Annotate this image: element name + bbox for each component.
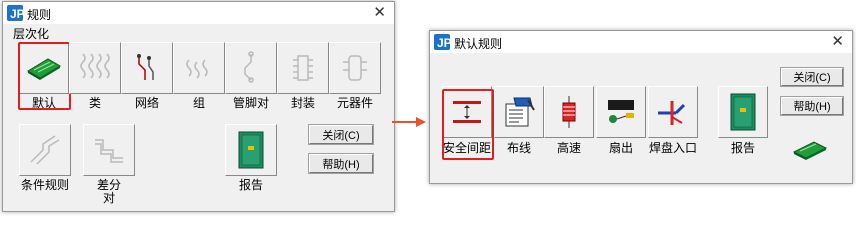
group-icon [186,59,208,79]
tool-group-button[interactable] [173,42,225,94]
tool-report[interactable]: 报告 [225,124,277,192]
tool-pad-entry-button[interactable] [648,86,698,138]
tool-pin-pair[interactable]: 管脚对 [225,42,277,110]
tool-report-button[interactable] [718,86,768,138]
svg-text:JP: JP [10,7,23,21]
tool-class-button[interactable] [69,42,121,94]
close-icon[interactable]: ✕ [831,32,844,50]
component-icon [343,55,367,81]
rules-dialog-titlebar: JP 规则 ✕ [3,2,394,24]
tool-component[interactable]: 元器件 [329,42,381,110]
tool-diff-pair[interactable]: 差分 对 [83,124,135,205]
diff-pair-icon [95,139,123,163]
close-button[interactable]: 关闭(C) [308,124,374,145]
tool-net-button[interactable] [121,42,173,94]
tool-conditional-rule-label: 条件规则 [20,178,69,192]
help-button[interactable]: 帮助(H) [780,96,844,116]
report-icon [730,93,756,131]
svg-text:JP: JP [437,36,450,50]
rules-dialog-title: 规则 [27,8,52,22]
arrow-right-icon [392,117,426,127]
tool-component-button[interactable] [329,42,381,94]
tool-diff-pair-button[interactable] [83,124,135,176]
default-rules-titlebar: JP 默认规则 ✕ [430,31,852,53]
tool-footprint[interactable]: 封装 [277,42,329,110]
tool-class[interactable]: 类 [69,42,121,110]
tool-fanout[interactable]: 扇出 [596,86,646,155]
tool-pad-entry-label: 焊盘入口 [648,141,697,155]
app-logo-icon: JP [434,34,450,50]
pcb-board-icon [792,141,828,160]
help-button[interactable]: 帮助(H) [308,153,374,174]
close-button[interactable]: 关闭(C) [780,67,844,87]
routing-icon [505,97,535,127]
close-icon[interactable]: ✕ [373,3,386,21]
tool-net[interactable]: 网络 [121,42,173,110]
footprint-icon [293,55,313,81]
hierarchy-group-label: 层次化 [13,27,50,41]
pin-pair-icon [244,51,254,83]
tool-conditional-rule-button[interactable] [19,124,71,176]
tool-fanout-button[interactable] [596,86,646,138]
tool-diff-pair-label: 差分 对 [96,178,121,205]
tool-report-label: 报告 [730,141,755,155]
tool-routing-button[interactable] [494,86,544,138]
tool-conditional-rule[interactable]: 条件规则 [19,124,71,192]
pad-entry-icon [658,101,686,125]
tool-routing[interactable]: 布线 [494,86,544,155]
tool-component-label: 元器件 [336,96,373,110]
tool-report[interactable]: 报告 [718,86,768,155]
net-icon [137,54,154,80]
conditional-rule-icon [30,135,60,165]
fanout-icon [608,100,634,123]
rules-dialog: JP 规则 ✕ 层次化 默认 类 网络 组 管脚对 封装 元器件 条件规则 差分… [2,1,395,212]
tool-pad-entry[interactable]: 焊盘入口 [648,86,698,155]
tool-report-button[interactable] [225,124,277,176]
tool-footprint-button[interactable] [277,42,329,94]
high-speed-icon [562,96,576,128]
default-rules-dialog: JP 默认规则 ✕ 安全间距 布线 高速 扇出 焊盘入口 报告 关闭(C) 帮助… [429,30,853,184]
tool-group[interactable]: 组 [173,42,225,110]
tool-report-label: 报告 [238,178,263,192]
tool-high-speed-button[interactable] [544,86,594,138]
default-rules-title: 默认规则 [454,37,503,51]
app-logo-icon: JP [7,5,23,21]
net-class-icon [80,53,110,79]
report-icon [238,131,264,169]
tool-high-speed[interactable]: 高速 [544,86,594,155]
tool-pin-pair-button[interactable] [225,42,277,94]
